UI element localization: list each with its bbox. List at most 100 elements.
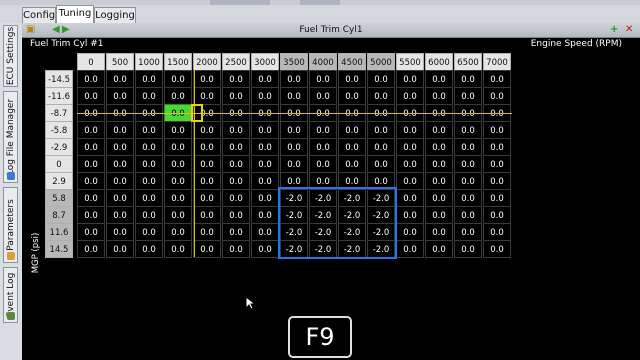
table-cell[interactable]: 0.0 (135, 138, 163, 156)
table-cell[interactable]: 0.0 (77, 223, 105, 241)
table-cell[interactable]: 0.0 (77, 70, 105, 88)
table-cell[interactable]: 0.0 (483, 138, 511, 156)
table-cell[interactable]: 0.0 (425, 189, 453, 207)
table-cell[interactable]: 0.0 (135, 155, 163, 173)
table-cell[interactable]: 0.0 (338, 155, 366, 173)
table-cell[interactable]: 0.0 (309, 155, 337, 173)
table-cell[interactable]: 0.0 (222, 206, 250, 224)
table-cell[interactable]: 0.0 (193, 240, 221, 258)
table-cell[interactable]: 0.0 (425, 121, 453, 139)
tab-config[interactable]: Config (22, 7, 56, 23)
table-cell[interactable]: 0.0 (396, 87, 424, 105)
table-cell[interactable]: 0.0 (193, 189, 221, 207)
table-cell[interactable]: 0.0 (309, 70, 337, 88)
table-cell[interactable]: 0.0 (251, 138, 279, 156)
table-cell[interactable]: 0.0 (454, 189, 482, 207)
table-cell[interactable]: 0.0 (77, 240, 105, 258)
table-cell[interactable]: 0.0 (251, 240, 279, 258)
table-cell[interactable]: 0.0 (222, 155, 250, 173)
table-cell[interactable]: 0.0 (309, 87, 337, 105)
table-cell[interactable]: 0.0 (193, 172, 221, 190)
table-cell[interactable]: 0.0 (77, 121, 105, 139)
table-cell[interactable]: 0.0 (222, 172, 250, 190)
table-cell[interactable]: 0.0 (222, 240, 250, 258)
table-cell[interactable]: 0.0 (251, 87, 279, 105)
table-cell[interactable]: 0.0 (483, 206, 511, 224)
table-cell[interactable]: 0.0 (483, 189, 511, 207)
side-tab-ecu-settings[interactable]: ECU Settings (3, 25, 18, 87)
table-cell[interactable]: 0.0 (454, 223, 482, 241)
table-cell[interactable]: 0.0 (396, 70, 424, 88)
side-tab-event-log[interactable]: Event Log (3, 267, 18, 323)
table-cell[interactable]: 0.0 (280, 121, 308, 139)
table-cell[interactable]: 0.0 (222, 121, 250, 139)
table-cell[interactable]: 0.0 (193, 138, 221, 156)
table-cell[interactable]: 0.0 (135, 172, 163, 190)
table-cell[interactable]: 0.0 (396, 155, 424, 173)
table-cell[interactable]: 0.0 (251, 155, 279, 173)
table-cell[interactable]: 0.0 (222, 189, 250, 207)
table-cell[interactable]: 0.0 (338, 121, 366, 139)
table-cell[interactable]: 0.0 (164, 172, 192, 190)
table-cell[interactable]: 0.0 (425, 240, 453, 258)
table-cell[interactable]: 0.0 (193, 206, 221, 224)
table-cell[interactable]: 0.0 (396, 223, 424, 241)
table-cell[interactable]: 0.0 (251, 70, 279, 88)
table-cell[interactable]: 0.0 (164, 121, 192, 139)
table-cell[interactable]: 0.0 (164, 70, 192, 88)
table-cell[interactable]: 0.0 (106, 121, 134, 139)
table-cell[interactable]: 0.0 (483, 70, 511, 88)
table-cell[interactable]: 0.0 (193, 121, 221, 139)
table-cell[interactable]: 0.0 (164, 189, 192, 207)
table-cell[interactable]: 0.0 (135, 240, 163, 258)
table-cell[interactable]: 0.0 (106, 87, 134, 105)
table-cell[interactable]: 0.0 (396, 189, 424, 207)
table-cell[interactable]: 0.0 (483, 87, 511, 105)
table-cell[interactable]: 0.0 (77, 87, 105, 105)
table-cell[interactable]: 0.0 (251, 189, 279, 207)
table-cell[interactable]: 0.0 (425, 172, 453, 190)
table-cell[interactable]: 0.0 (77, 155, 105, 173)
table-cell[interactable]: 0.0 (222, 87, 250, 105)
table-cell[interactable]: 0.0 (106, 172, 134, 190)
table-cell[interactable]: 0.0 (425, 138, 453, 156)
table-cell[interactable]: 0.0 (280, 87, 308, 105)
table-cell[interactable]: 0.0 (454, 240, 482, 258)
table-cell[interactable]: 0.0 (135, 70, 163, 88)
table-cell[interactable]: 0.0 (483, 223, 511, 241)
table-cell[interactable]: 0.0 (425, 70, 453, 88)
table-cell[interactable]: 0.0 (251, 223, 279, 241)
table-cell[interactable]: 0.0 (483, 172, 511, 190)
table-cell[interactable]: 0.0 (106, 138, 134, 156)
table-cell[interactable]: 0.0 (425, 155, 453, 173)
table-cell[interactable]: 0.0 (280, 155, 308, 173)
tab-logging[interactable]: Logging (94, 7, 136, 23)
table-cell[interactable]: 0.0 (251, 172, 279, 190)
table-cell[interactable]: 0.0 (106, 155, 134, 173)
table-cell[interactable]: 0.0 (309, 138, 337, 156)
table-cell[interactable]: 0.0 (106, 240, 134, 258)
table-cell[interactable]: 0.0 (164, 206, 192, 224)
table-cell[interactable]: 0.0 (222, 138, 250, 156)
table-cell[interactable]: 0.0 (135, 87, 163, 105)
plus-icon[interactable]: + (610, 24, 618, 36)
table-cell[interactable]: 0.0 (106, 223, 134, 241)
close-icon[interactable]: ✕ (625, 24, 633, 36)
table-cell[interactable]: 0.0 (454, 155, 482, 173)
table-cell[interactable]: 0.0 (396, 138, 424, 156)
table-cell[interactable]: 0.0 (483, 155, 511, 173)
table-cell[interactable]: 0.0 (483, 121, 511, 139)
table-cell[interactable]: 0.0 (454, 70, 482, 88)
table-cell[interactable]: 0.0 (367, 138, 395, 156)
table-cell[interactable]: 0.0 (106, 189, 134, 207)
table-cell[interactable]: 0.0 (338, 87, 366, 105)
table-cell[interactable]: 0.0 (338, 70, 366, 88)
table-cell[interactable]: 0.0 (367, 87, 395, 105)
table-cell[interactable]: 0.0 (106, 70, 134, 88)
table-cell[interactable]: 0.0 (251, 206, 279, 224)
table-cell[interactable]: 0.0 (164, 155, 192, 173)
table-cell[interactable]: 0.0 (164, 87, 192, 105)
table-cell[interactable]: 0.0 (77, 206, 105, 224)
table-cell[interactable]: 0.0 (454, 172, 482, 190)
table-cell[interactable]: 0.0 (77, 138, 105, 156)
